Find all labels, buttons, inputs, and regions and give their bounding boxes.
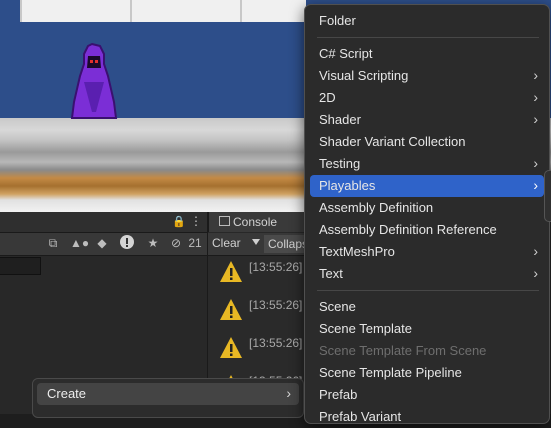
- menu-separator: [317, 290, 539, 291]
- star-icon[interactable]: ★: [146, 235, 160, 251]
- menu-item-playables[interactable]: Playables ›: [310, 175, 544, 197]
- platform-tile: [20, 0, 130, 22]
- menu-item-folder[interactable]: Folder: [310, 10, 544, 32]
- menu-item-label: 2D: [319, 90, 336, 105]
- log-timestamp: [13:55:26]: [249, 260, 303, 274]
- clear-dropdown-icon[interactable]: [252, 239, 260, 245]
- error-filter-icon[interactable]: [119, 235, 135, 251]
- console-icon: [219, 216, 230, 226]
- chevron-right-icon: ›: [533, 155, 538, 171]
- menu-item-label: Playables: [319, 178, 376, 193]
- lock-icon[interactable]: 🔒: [172, 215, 186, 228]
- log-timestamp: [13:55:26]: [249, 298, 303, 312]
- menu-item-label: C# Script: [319, 46, 373, 61]
- menu-item-2d[interactable]: 2D ›: [310, 87, 544, 109]
- chevron-right-icon: ›: [533, 177, 538, 193]
- chevron-right-icon: ›: [286, 385, 291, 401]
- menu-item-label: Folder: [319, 13, 356, 28]
- warning-icon: [220, 337, 242, 358]
- menu-item-scene-template-from-scene: Scene Template From Scene: [310, 340, 544, 362]
- menu-item-scene-template-pipeline[interactable]: Scene Template Pipeline: [310, 362, 544, 384]
- collapse-button[interactable]: Collapse: [264, 235, 308, 253]
- hidden-count: 21: [188, 236, 202, 250]
- menu-item-label: Testing: [319, 156, 361, 171]
- hooded-character-sprite: [70, 42, 118, 119]
- hidden-eye-icon[interactable]: ⊘: [168, 235, 184, 251]
- menu-item-testing[interactable]: Testing ›: [310, 153, 544, 175]
- menu-item-csharp-script[interactable]: C# Script: [310, 43, 544, 65]
- chevron-right-icon: ›: [533, 67, 538, 83]
- hierarchy-toolbar: ⧉ ▲● ◆ ★ ⊘ 21: [0, 233, 207, 275]
- menu-item-scene-template[interactable]: Scene Template: [310, 318, 544, 340]
- menu-item-label: Assembly Definition: [319, 200, 434, 215]
- context-menu: Create ›: [32, 378, 304, 418]
- platform-tile: [130, 0, 240, 22]
- menu-item-text[interactable]: Text ›: [310, 263, 544, 285]
- menu-item-assembly-definition[interactable]: Assembly Definition: [310, 197, 544, 219]
- search-input[interactable]: [0, 257, 41, 275]
- menu-item-label: Scene Template Pipeline: [319, 365, 462, 380]
- clear-button[interactable]: Clear: [212, 236, 241, 250]
- menu-item-shader[interactable]: Shader ›: [310, 109, 544, 131]
- scene-visibility-icon[interactable]: ⧉: [45, 235, 61, 251]
- menu-item-visual-scripting[interactable]: Visual Scripting ›: [310, 65, 544, 87]
- nested-submenu-edge: [544, 170, 551, 222]
- filter-type-icon[interactable]: ▲●: [70, 235, 89, 251]
- log-entry[interactable]: [13:55:26]: [208, 332, 308, 370]
- menu-item-label: Scene Template From Scene: [319, 343, 487, 358]
- tag-icon[interactable]: ◆: [95, 235, 109, 251]
- menu-item-create[interactable]: Create ›: [37, 383, 299, 405]
- console-toolbar: Clear Collapse: [208, 233, 308, 256]
- create-submenu: Folder C# Script Visual Scripting › 2D › S…: [304, 4, 550, 424]
- menu-item-label: Prefab Variant: [319, 409, 402, 424]
- tab-console[interactable]: Console: [208, 212, 309, 232]
- menu-item-label: Shader: [319, 112, 361, 127]
- menu-item-label: TextMeshPro: [319, 244, 395, 259]
- menu-separator: [317, 37, 539, 38]
- menu-item-label: Visual Scripting: [319, 68, 409, 83]
- menu-item-label: Assembly Definition Reference: [319, 222, 497, 237]
- tab-console-label: Console: [233, 215, 278, 229]
- menu-item-shader-variant-collection[interactable]: Shader Variant Collection: [310, 131, 544, 153]
- log-entry[interactable]: [13:55:26]: [208, 294, 308, 332]
- menu-item-textmeshpro[interactable]: TextMeshPro ›: [310, 241, 544, 263]
- menu-item-label: Scene: [319, 299, 356, 314]
- chevron-right-icon: ›: [533, 243, 538, 259]
- chevron-right-icon: ›: [533, 89, 538, 105]
- hierarchy-header: 🔒 ⋮: [0, 212, 207, 233]
- menu-item-label: Shader Variant Collection: [319, 134, 466, 149]
- menu-item-label: Create: [47, 386, 87, 401]
- menu-item-prefab-variant[interactable]: Prefab Variant: [310, 406, 544, 428]
- kebab-menu-icon[interactable]: ⋮: [190, 214, 202, 228]
- chevron-right-icon: ›: [533, 111, 538, 127]
- log-timestamp: [13:55:26]: [249, 336, 303, 350]
- menu-item-prefab[interactable]: Prefab: [310, 384, 544, 406]
- platform-tile: [240, 0, 306, 22]
- menu-item-label: Prefab: [319, 387, 358, 402]
- warning-icon: [220, 261, 242, 282]
- log-entry[interactable]: [13:55:26]: [208, 256, 308, 294]
- menu-item-scene[interactable]: Scene: [310, 296, 544, 318]
- menu-item-assembly-definition-reference[interactable]: Assembly Definition Reference: [310, 219, 544, 241]
- menu-item-label: Text: [319, 266, 343, 281]
- chevron-right-icon: ›: [533, 265, 538, 281]
- menu-item-label: Scene Template: [319, 321, 412, 336]
- warning-icon: [220, 299, 242, 320]
